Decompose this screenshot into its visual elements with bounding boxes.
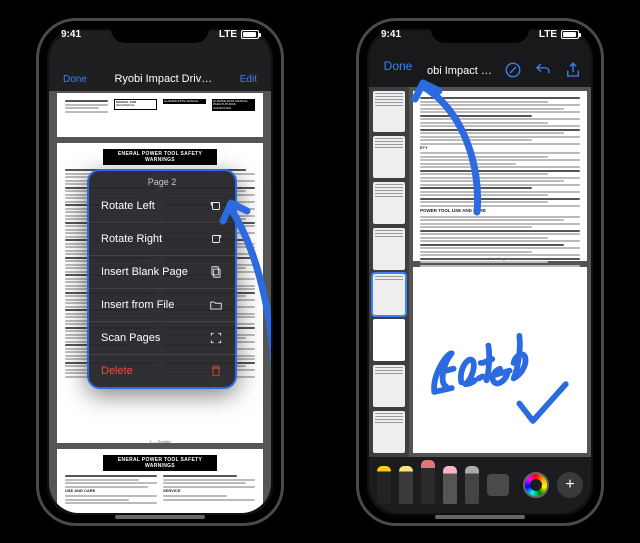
menu-delete[interactable]: Delete: [89, 354, 235, 387]
home-indicator: [435, 515, 525, 519]
page-thumbnail[interactable]: [373, 182, 405, 224]
tool-pen[interactable]: [377, 466, 391, 504]
status-carrier: LTE: [539, 29, 557, 40]
pdf-page[interactable]: ENERAL POWER TOOL SAFETY WARNINGS USE AN…: [57, 449, 263, 513]
thumbnail-strip[interactable]: [369, 87, 409, 457]
annotation-arrow: [409, 77, 489, 217]
done-label: Done: [384, 59, 413, 73]
handwriting-annotation: [413, 267, 587, 453]
pdf-page-annotated[interactable]: [413, 267, 587, 453]
menu-scan-pages[interactable]: Scan Pages: [89, 321, 235, 354]
status-time: 9:41: [61, 29, 81, 40]
screen-right: Done obi Impact Driv…: [369, 31, 591, 513]
menu-item-label: Insert from File: [101, 299, 174, 311]
menu-item-label: Rotate Left: [101, 200, 155, 212]
status-time: 9:41: [381, 29, 401, 40]
markup-icon[interactable]: [504, 61, 522, 79]
tool-pencil[interactable]: [421, 460, 435, 504]
menu-insert-blank[interactable]: Insert Blank Page: [89, 255, 235, 288]
page-thumbnail[interactable]: [373, 365, 405, 407]
page-thumbnail[interactable]: [373, 136, 405, 178]
tool-ruler[interactable]: [487, 474, 509, 496]
menu-item-label: Delete: [101, 365, 133, 377]
page-thumbnail[interactable]: [373, 411, 405, 453]
home-indicator: [115, 515, 205, 519]
battery-icon: [561, 30, 579, 39]
menu-page-label: Page 2: [89, 171, 235, 190]
pdf-page[interactable]: MANUAL FORREFERENCE GUARDE ESTE MANUAL G…: [57, 93, 263, 137]
page-thumbnail[interactable]: [373, 91, 405, 133]
page-heading: ENERAL POWER TOOL SAFETY WARNINGS: [103, 149, 217, 165]
phone-left: 9:41 LTE Done Ryobi Impact Driv… Edit MA…: [36, 18, 284, 526]
phone-right: 9:41 LTE Done obi Impact Driv…: [356, 18, 604, 526]
color-picker[interactable]: [523, 472, 549, 498]
add-button[interactable]: +: [557, 472, 583, 498]
markup-toolbar: +: [369, 457, 591, 513]
undo-icon[interactable]: [534, 61, 552, 79]
page-context-menu: Page 2 Rotate Left Rotate Right Insert B…: [87, 169, 237, 389]
back-button[interactable]: Done: [63, 74, 87, 85]
notch: [111, 21, 209, 43]
notch: [431, 21, 529, 43]
page-thumbnail[interactable]: [373, 274, 405, 316]
doc-title: Ryobi Impact Driv…: [87, 73, 240, 85]
status-carrier: LTE: [219, 29, 237, 40]
tool-eraser[interactable]: [443, 466, 457, 504]
share-icon[interactable]: [564, 61, 582, 79]
page-thumbnail[interactable]: [373, 228, 405, 270]
page-thumbnail[interactable]: [373, 319, 405, 361]
menu-rotate-right[interactable]: Rotate Right: [89, 222, 235, 255]
tool-marker[interactable]: [399, 466, 413, 504]
page-heading: ENERAL POWER TOOL SAFETY WARNINGS: [103, 455, 217, 471]
battery-icon: [241, 30, 259, 39]
annotation-arrow: [219, 191, 271, 421]
screen-left: Done Ryobi Impact Driv… Edit MANUAL FORR…: [49, 31, 271, 513]
edit-button[interactable]: Edit: [240, 74, 257, 85]
menu-insert-file[interactable]: Insert from File: [89, 288, 235, 321]
menu-item-label: Rotate Right: [101, 233, 162, 245]
menu-item-label: Insert Blank Page: [101, 266, 188, 278]
menu-item-label: Scan Pages: [101, 332, 160, 344]
menu-rotate-left[interactable]: Rotate Left: [89, 190, 235, 222]
tool-lasso[interactable]: [465, 466, 479, 504]
